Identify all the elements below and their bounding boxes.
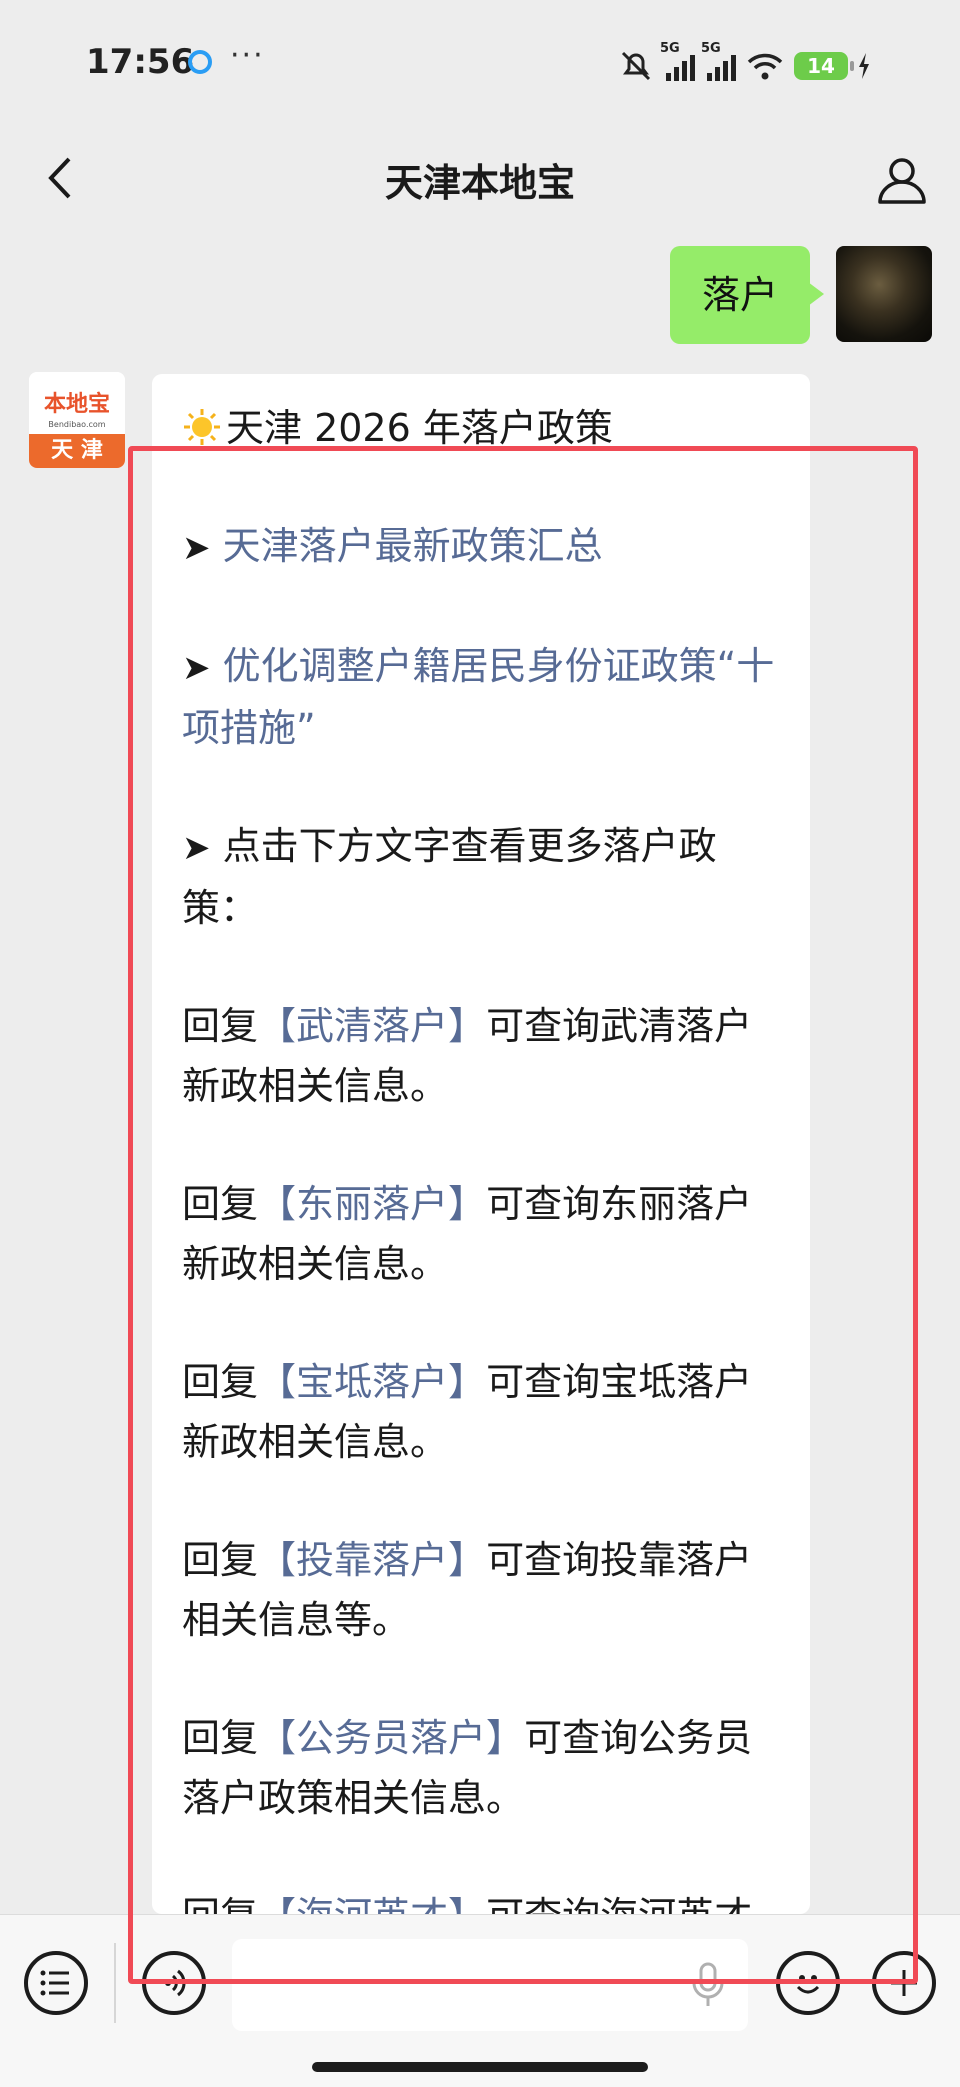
signal-5g-icon-2: 5G (701, 41, 736, 81)
reply-keyword-link[interactable]: 【投靠落户】 (258, 1538, 486, 1582)
person-icon (878, 158, 926, 204)
emoji-button[interactable] (776, 1951, 840, 2015)
signal-5g-icon-1: 5G (660, 41, 695, 81)
menu-button[interactable] (24, 1951, 88, 2015)
profile-button[interactable] (870, 148, 934, 212)
message-title: 天津 2026 年落户政策 (226, 406, 613, 450)
reply-item: 回复【宝坻落户】可查询宝坻落户新政相关信息。 (182, 1352, 780, 1472)
user-avatar[interactable] (836, 246, 932, 342)
add-more-button[interactable] (872, 1951, 936, 2015)
bot-avatar-brand: 本地宝 (43, 391, 110, 417)
status-time: 17:56 (86, 42, 195, 82)
policy-summary-link-line: ➤ 天津落户最新政策汇总 (182, 516, 780, 578)
reply-item: 回复【东丽落户】可查询东丽落户新政相关信息。 (182, 1174, 780, 1294)
reply-prefix: 回复 (182, 1182, 259, 1226)
ten-measures-link-line: ➤ 优化调整户籍居民身份证政策“十项措施” (182, 636, 780, 758)
bot-avatar-city: 天 津 (29, 434, 125, 468)
arrow-icon: ➤ (182, 528, 211, 568)
bot-message-bubble: 天津 2026 年落户政策 ➤ 天津落户最新政策汇总 ➤ 优化调整户籍居民身份证… (152, 374, 810, 1914)
reply-desc: 可查询海河英才 (486, 1894, 752, 1914)
status-icons: 5G 5G 14 (618, 41, 870, 86)
sun-icon (184, 409, 220, 445)
more-policies-tip: ➤ 点击下方文字查看更多落户政策： (182, 816, 780, 938)
browser-app-icon (188, 50, 212, 74)
charging-icon (859, 53, 869, 79)
home-indicator[interactable] (312, 2062, 648, 2072)
voice-mode-button[interactable] (142, 1951, 206, 2015)
battery-indicator: 14 (794, 52, 854, 80)
reply-keyword-link[interactable]: 【武清落户】 (258, 1004, 486, 1048)
bot-avatar-site: Bendibao.com (48, 420, 106, 429)
reply-item: 回复【投靠落户】可查询投靠落户相关信息等。 (182, 1530, 780, 1650)
reply-keyword-link[interactable]: 【东丽落户】 (258, 1182, 486, 1226)
voice-wave-icon (165, 1969, 186, 1997)
smiley-icon (796, 1975, 820, 1994)
user-message-bubble[interactable]: 落户 (669, 246, 825, 344)
arrow-icon: ➤ (182, 828, 211, 868)
plus-icon (891, 1970, 917, 1996)
reply-prefix: 回复 (182, 1538, 259, 1582)
reply-keyword-link[interactable]: 【宝坻落户】 (258, 1360, 486, 1404)
reply-prefix: 回复 (182, 1894, 258, 1914)
bot-avatar[interactable]: 本地宝 Bendibao.com 天 津 (29, 372, 125, 468)
chat-title: 天津本地宝 (384, 161, 575, 205)
mute-bell-icon (621, 51, 651, 81)
arrow-icon: ➤ (182, 648, 211, 688)
reply-prefix: 回复 (182, 1004, 259, 1048)
message-title-line: 天津 2026 年落户政策 (182, 398, 780, 458)
reply-item: 回复【武清落户】可查询武清落户新政相关信息。 (182, 996, 780, 1116)
nav-bar: 天津本地宝 (0, 128, 960, 232)
reply-prefix: 回复 (182, 1716, 259, 1760)
ten-measures-link[interactable]: 优化调整户籍居民身份证政策“十项措施” (182, 644, 774, 750)
reply-prefix: 回复 (182, 1360, 259, 1404)
policy-summary-link[interactable]: 天津落户最新政策汇总 (223, 524, 603, 568)
mic-button[interactable] (690, 1961, 726, 2013)
reply-item: 回复【公务员落户】可查询公务员落户政策相关信息。 (182, 1708, 780, 1828)
reply-keyword-link[interactable]: 【公务员落户】 (258, 1716, 524, 1760)
reply-keyword-link[interactable]: 【海河英才】 (258, 1894, 486, 1914)
status-bar: 17:56 ··· 5G 5G 14 (0, 0, 960, 128)
microphone-icon (692, 1962, 724, 2006)
wifi-icon (747, 53, 783, 80)
message-input[interactable] (232, 1939, 748, 2031)
input-divider (114, 1943, 116, 2023)
reply-item: 回复【海河英才】可查询海河英才 (182, 1886, 780, 1914)
user-message-row: 落户 (669, 246, 932, 344)
list-menu-icon (40, 1970, 69, 1996)
more-policies-text: 点击下方文字查看更多落户政策： (182, 824, 717, 930)
status-more-icon: ··· (230, 38, 265, 73)
